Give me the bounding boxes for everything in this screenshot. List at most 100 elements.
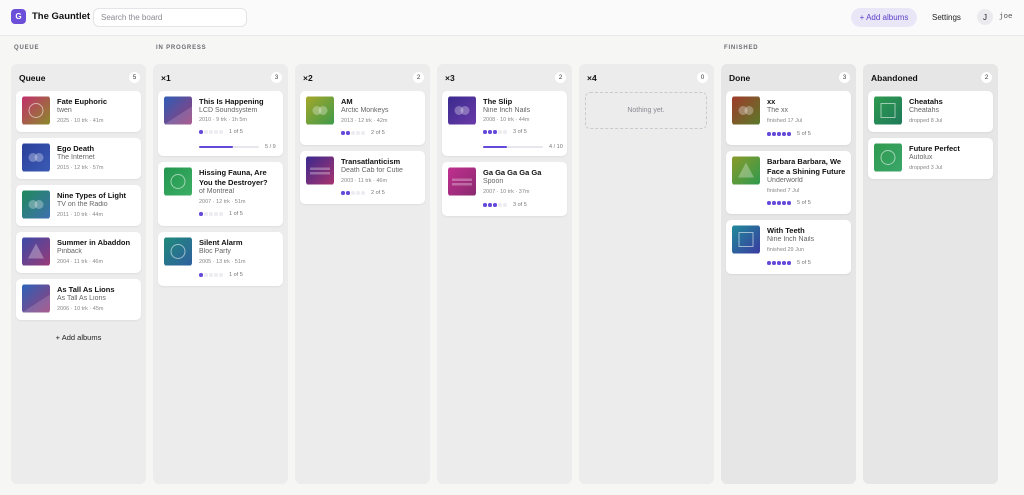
triangle-icon: [22, 237, 50, 266]
rating-dot[interactable]: [503, 130, 507, 134]
rating-dots[interactable]: 2 of 5: [341, 190, 385, 196]
rating-label: 1 of 5: [229, 211, 243, 217]
rating-dot[interactable]: [199, 212, 203, 216]
rating-dot[interactable]: [493, 203, 497, 207]
rating-dot[interactable]: [346, 131, 350, 135]
rating-dot[interactable]: [209, 130, 213, 134]
album-card[interactable]: Ego Death The Internet 2015 · 12 trk · 5…: [16, 138, 141, 179]
progress-label: 5 / 9: [265, 144, 276, 150]
add-albums-button[interactable]: + Add albums: [851, 8, 917, 27]
rating-dot[interactable]: [204, 130, 208, 134]
rating-dot[interactable]: [782, 261, 786, 265]
rating-dot[interactable]: [219, 212, 223, 216]
search-input[interactable]: [93, 8, 247, 27]
album-card[interactable]: The Slip Nine Inch Nails 2008 · 10 trk ·…: [442, 91, 567, 156]
rating-dots[interactable]: 1 of 5: [199, 272, 243, 278]
rating-dot[interactable]: [488, 203, 492, 207]
rating-dot[interactable]: [483, 203, 487, 207]
rating-dot[interactable]: [214, 273, 218, 277]
rating-dot[interactable]: [767, 201, 771, 205]
album-card[interactable]: Nine Types of Light TV on the Radio 2011…: [16, 185, 141, 226]
rating-dots[interactable]: 5 of 5: [767, 131, 811, 137]
settings-link[interactable]: Settings: [932, 13, 961, 22]
rating-dot[interactable]: [777, 132, 781, 136]
rating-dot[interactable]: [772, 201, 776, 205]
rating-dot[interactable]: [361, 131, 365, 135]
rating-dots[interactable]: 5 of 5: [767, 200, 811, 206]
rating-dot[interactable]: [787, 132, 791, 136]
app-logo-icon[interactable]: G: [11, 9, 26, 24]
rating-dot[interactable]: [341, 191, 345, 195]
rating-dot[interactable]: [356, 131, 360, 135]
rating-dot[interactable]: [356, 191, 360, 195]
album-card[interactable]: Barbara Barbara, We Face a Shining Futur…: [726, 151, 851, 214]
rating-dot[interactable]: [209, 273, 213, 277]
album-art: [22, 284, 50, 313]
rating-dot[interactable]: [782, 201, 786, 205]
rating-dot[interactable]: [503, 203, 507, 207]
rating-dots[interactable]: 1 of 5: [199, 129, 243, 135]
rating-dot[interactable]: [214, 212, 218, 216]
square-icon: [732, 225, 760, 254]
album-card[interactable]: Silent Alarm Bloc Party 2005 · 13 trk · …: [158, 232, 283, 286]
album-art: [22, 143, 50, 172]
column-x2: ×2 2 AM Arctic Monkeys 2013 · 12 trk · 4…: [295, 64, 430, 484]
album-card[interactable]: As Tall As Lions As Tall As Lions 2006 ·…: [16, 279, 141, 320]
rating-dot[interactable]: [777, 201, 781, 205]
rating-dot[interactable]: [787, 261, 791, 265]
rating-dot[interactable]: [209, 212, 213, 216]
column-abandoned: Abandoned 2 Cheatahs Cheatahs dropped 8 …: [863, 64, 998, 484]
rating-dot[interactable]: [351, 191, 355, 195]
rating-dot[interactable]: [341, 131, 345, 135]
album-artist: Nine Inch Nails: [483, 107, 531, 114]
album-card[interactable]: Transatlanticism Death Cab for Cutie 200…: [300, 151, 425, 204]
rating-dot[interactable]: [787, 201, 791, 205]
album-art: [306, 156, 334, 185]
column-done: Done 3 xx The xx finished 17 Jul 5 of 5 …: [721, 64, 856, 484]
album-card[interactable]: Fate Euphoric twen 2025 · 10 trk · 41m: [16, 91, 141, 132]
rating-dots[interactable]: 3 of 5: [483, 129, 527, 135]
rating-dots[interactable]: 3 of 5: [483, 202, 527, 208]
album-meta: 2007 · 12 trk · 51m: [199, 199, 246, 205]
album-card[interactable]: Ga Ga Ga Ga Ga Spoon 2007 · 10 trk · 37m…: [442, 162, 567, 216]
rating-dot[interactable]: [361, 191, 365, 195]
rating-dots[interactable]: 2 of 5: [341, 130, 385, 136]
rating-dot[interactable]: [199, 273, 203, 277]
rating-dot[interactable]: [219, 130, 223, 134]
rating-dot[interactable]: [346, 191, 350, 195]
rating-dot[interactable]: [219, 273, 223, 277]
add-albums-link[interactable]: + Add albums: [11, 333, 146, 342]
rating-dot[interactable]: [214, 130, 218, 134]
album-card[interactable]: Future Perfect Autolux dropped 3 Jul: [868, 138, 993, 179]
empty-drop-zone[interactable]: Nothing yet.: [585, 92, 707, 129]
album-card[interactable]: This Is Happening LCD Soundsystem 2010 ·…: [158, 91, 283, 156]
rating-dot[interactable]: [772, 261, 776, 265]
rating-dot[interactable]: [772, 132, 776, 136]
rating-dot[interactable]: [782, 132, 786, 136]
rating-dot[interactable]: [498, 203, 502, 207]
rating-label: 5 of 5: [797, 131, 811, 137]
rating-label: 1 of 5: [229, 129, 243, 135]
rating-dot[interactable]: [767, 132, 771, 136]
column-x1: ×1 3 This Is Happening LCD Soundsystem 2…: [153, 64, 288, 484]
rating-dots[interactable]: 5 of 5: [767, 260, 811, 266]
rating-dot[interactable]: [777, 261, 781, 265]
rating-dot[interactable]: [204, 212, 208, 216]
rating-dot[interactable]: [204, 273, 208, 277]
album-card[interactable]: xx The xx finished 17 Jul 5 of 5: [726, 91, 851, 145]
rating-dots[interactable]: 1 of 5: [199, 211, 243, 217]
album-card[interactable]: Hissing Fauna, Are You the Destroyer? of…: [158, 162, 283, 226]
rating-dot[interactable]: [493, 130, 497, 134]
avatar[interactable]: J: [977, 9, 993, 25]
username: joe: [999, 13, 1013, 21]
rating-dot[interactable]: [199, 130, 203, 134]
rating-dot[interactable]: [767, 261, 771, 265]
rating-dot[interactable]: [483, 130, 487, 134]
rating-dot[interactable]: [498, 130, 502, 134]
album-card[interactable]: AM Arctic Monkeys 2013 · 12 trk · 42m 2 …: [300, 91, 425, 145]
rating-dot[interactable]: [351, 131, 355, 135]
album-card[interactable]: With Teeth Nine Inch Nails finished 29 J…: [726, 220, 851, 274]
album-card[interactable]: Summer in Abaddon Pinback 2004 · 11 trk …: [16, 232, 141, 273]
album-card[interactable]: Cheatahs Cheatahs dropped 8 Jul: [868, 91, 993, 132]
rating-dot[interactable]: [488, 130, 492, 134]
